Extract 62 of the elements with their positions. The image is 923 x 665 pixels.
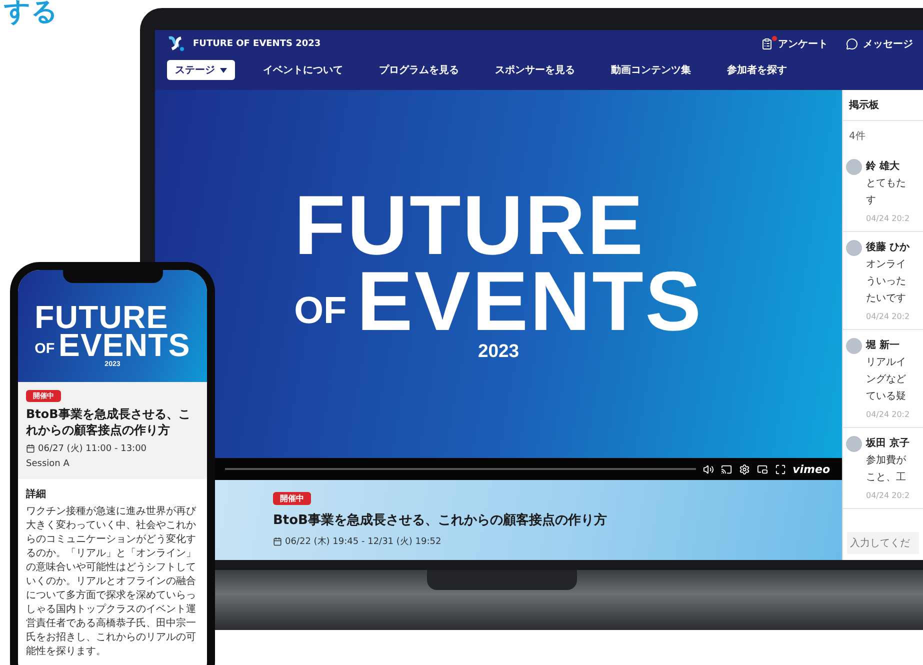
status-badge: 開催中 xyxy=(273,492,311,505)
brand-name: FUTURE OF EVENTS 2023 xyxy=(193,39,321,49)
comment-time: 04/24 20:2 xyxy=(866,410,910,419)
nav-tab[interactable]: 参加者を探す xyxy=(719,60,795,80)
logo-icon xyxy=(167,36,185,52)
caret-icon xyxy=(220,68,227,72)
commenter-name: 鈴 雄大 xyxy=(866,160,900,173)
hero-logo-text: EVENTS xyxy=(356,264,703,340)
comment-time: 04/24 20:2 xyxy=(866,491,910,500)
chat-bubble-icon xyxy=(846,38,858,50)
player-brand: vimeo xyxy=(792,462,830,476)
hero-logo-text: FUTURE xyxy=(294,188,645,264)
details-heading: 詳細 xyxy=(26,488,47,502)
comment-text: リアルイ xyxy=(866,356,907,369)
comment-text: 参加費が xyxy=(866,454,907,467)
fullscreen-icon[interactable] xyxy=(774,464,786,474)
commenter-name: 堀 新一 xyxy=(866,338,900,352)
comment-text: とてもた xyxy=(866,177,907,190)
picture-in-picture-icon[interactable] xyxy=(756,464,768,474)
session-title: BtoB事業を急成長させる、これからの顧客接点の作り方 xyxy=(273,512,607,529)
header-action[interactable]: アンケート xyxy=(761,37,828,51)
comment-text: オンライ xyxy=(866,258,907,271)
nav-tab[interactable]: 動画コンテンツ集 xyxy=(603,60,699,80)
hero-logo-text: OF xyxy=(294,294,347,334)
avatar xyxy=(846,338,862,354)
avatar xyxy=(846,240,862,256)
commenter-name: 坂田 京子 xyxy=(866,436,910,450)
volume-icon[interactable] xyxy=(702,464,714,474)
comment-time: 04/24 20:2 xyxy=(866,214,910,223)
comment-count: 4件 xyxy=(848,130,866,144)
clipboard-icon xyxy=(761,38,773,50)
board-title: 掲示板 xyxy=(843,90,923,121)
session-date: 06/22 (木) 19:45 - 12/31 (火) 19:52 xyxy=(273,535,442,548)
commenter-name: 後藤 ひか xyxy=(866,240,910,254)
comment-time: 04/24 20:2 xyxy=(866,312,910,321)
phone-logo-text: EVENTS xyxy=(58,331,190,360)
nav-tab[interactable]: ステージ xyxy=(167,60,235,80)
comment-text: ういった xyxy=(866,275,907,288)
details-text: ワクチン接種が急速に進み世界が再び大きく変わっていく中、社会やこれからのコミュニケーションがどう変化するのか。「リアル」と「オンライン」の意味合いや可能性はどうシフトしていくのか。リアルとオフラインの融合について多方面で探求を深めていらっしゃる国内トップクラスのイベント運営責任者である高橋恭子氏、田中宗一氏をお招きし、これからのリアルの可能性を探ります。 xyxy=(26,505,198,660)
cast-icon[interactable] xyxy=(720,464,732,474)
nav-tab[interactable]: プログラムを見る xyxy=(371,60,467,80)
comment-text: ている疑 xyxy=(866,390,907,403)
heading-text: する xyxy=(4,0,58,29)
comment-text: たいです xyxy=(866,292,907,305)
calendar-icon xyxy=(26,444,35,454)
session-name: Session A xyxy=(26,459,70,470)
logo-year: 2023 xyxy=(478,343,520,360)
phone-logo-text: OF xyxy=(34,343,55,359)
comment-text: す xyxy=(866,194,877,207)
session-title: BtoB事業を急成長させる、これからの顧客接点の作り方 xyxy=(26,406,192,438)
avatar xyxy=(846,159,862,175)
nav-tab[interactable]: イベントについて xyxy=(255,60,351,80)
comment-text: ングなど xyxy=(866,373,907,386)
comment-text: こと、工 xyxy=(866,471,907,484)
session-date: 06/27 (火) 11:00 - 13:00 xyxy=(26,442,147,456)
nav-tab[interactable]: スポンサーを見る xyxy=(487,60,583,80)
phone-logo-text: FUTURE xyxy=(34,302,168,332)
calendar-icon xyxy=(273,537,282,546)
settings-icon[interactable] xyxy=(738,464,750,474)
avatar xyxy=(846,436,862,452)
comment-input[interactable]: 入力してくだ xyxy=(847,532,919,554)
header-action[interactable]: メッセージ xyxy=(846,37,913,51)
